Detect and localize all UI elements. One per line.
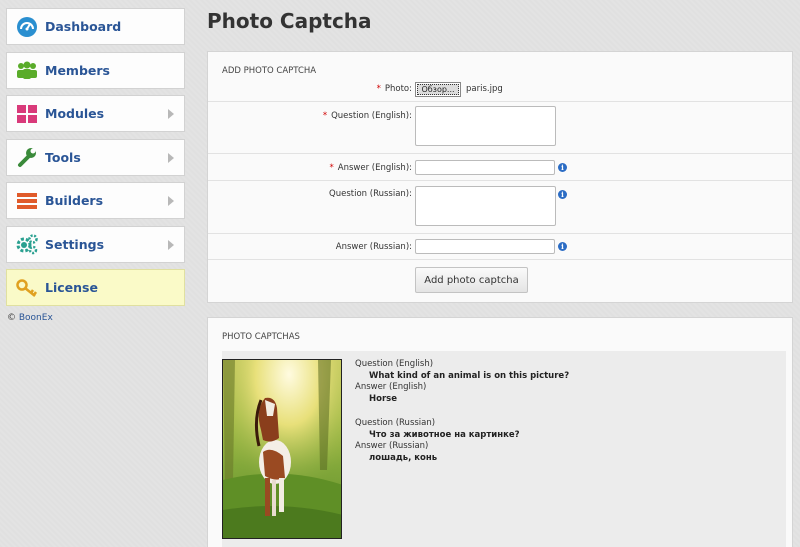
settings-icon: [16, 233, 38, 255]
file-browse-button[interactable]: Обзор...: [415, 82, 461, 97]
horse-photo-icon: [223, 360, 341, 538]
answer-en-value: Horse: [369, 394, 397, 404]
captcha-photo: [222, 359, 342, 539]
chevron-right-icon: [168, 109, 174, 119]
sidebar-item-label: Tools: [45, 149, 81, 165]
question-ru-label: Question (Russian): [355, 418, 436, 428]
required-mark: *: [322, 111, 328, 121]
required-mark: *: [329, 163, 334, 173]
photo-row: * Photo: Обзор... paris.jpg: [208, 79, 792, 101]
page-title: Photo Captcha: [207, 9, 372, 33]
sidebar: Dashboard Members Modules Tools Builders…: [6, 8, 185, 313]
photo-label: * Photo:: [377, 84, 412, 94]
members-icon: [16, 59, 38, 81]
sidebar-item-label: Modules: [45, 106, 105, 121]
question-ru-value: Что за животное на картинке?: [369, 430, 520, 440]
sidebar-item-modules[interactable]: Modules: [6, 95, 185, 132]
required-mark: *: [376, 84, 381, 94]
info-icon[interactable]: i: [558, 163, 567, 172]
builders-icon: [16, 190, 38, 212]
answer-ru-label: Answer (Russian): [355, 441, 429, 451]
sidebar-item-settings[interactable]: Settings: [6, 225, 185, 263]
sidebar-item-tools[interactable]: Tools: [6, 138, 185, 176]
chevron-right-icon: [168, 239, 174, 250]
question-ru-label: Question (Russian):: [329, 189, 412, 199]
sidebar-item-license[interactable]: License: [6, 269, 185, 306]
photo-label-text: Photo:: [384, 84, 412, 94]
info-icon[interactable]: i: [558, 242, 567, 251]
chevron-right-icon: [168, 196, 174, 206]
answer-en-row: * Answer (English): i: [208, 153, 792, 180]
info-icon[interactable]: i: [558, 190, 567, 199]
answer-en-input[interactable]: [415, 160, 555, 175]
sidebar-item-label: Dashboard: [45, 19, 122, 34]
copyright: © BoonEx: [7, 313, 53, 323]
answer-ru-row: Answer (Russian): i: [208, 233, 792, 259]
sidebar-item-members[interactable]: Members: [6, 51, 185, 89]
question-en-row: * Question (English):: [208, 101, 792, 153]
add-captcha-header: ADD PHOTO CAPTCHA: [222, 66, 317, 76]
answer-en-label-text: Answer (English):: [337, 163, 412, 173]
copyright-symbol: ©: [7, 313, 16, 323]
submit-row: Add photo captcha: [208, 259, 792, 299]
file-name: paris.jpg: [466, 84, 503, 94]
sidebar-item-label: License: [45, 280, 98, 295]
question-en-value: What kind of an animal is on this pictur…: [369, 371, 570, 381]
answer-ru-value: лошадь, конь: [369, 453, 438, 463]
modules-icon: [16, 103, 38, 125]
sidebar-item-label: Builders: [45, 193, 104, 208]
license-key-icon: [16, 277, 38, 299]
add-photo-captcha-button[interactable]: Add photo captcha: [415, 267, 528, 293]
captcha-list-item: Question (English) What kind of an anima…: [222, 351, 786, 547]
add-captcha-panel: ADD PHOTO CAPTCHA * Photo: Обзор... paris…: [207, 51, 793, 303]
question-en-label-text: Question (English):: [331, 111, 412, 121]
sidebar-item-builders[interactable]: Builders: [6, 182, 185, 219]
tools-icon: [16, 146, 38, 168]
answer-en-label: Answer (English): [355, 382, 427, 392]
answer-ru-input[interactable]: [415, 239, 555, 254]
chevron-right-icon: [168, 152, 174, 163]
question-en-label: Question (English): [355, 359, 434, 369]
boonex-link[interactable]: BoonEx: [19, 313, 53, 323]
dashboard-icon: [16, 16, 38, 38]
answer-en-label: * Answer (English):: [330, 163, 412, 173]
photo-captchas-header: PHOTO CAPTCHAS: [222, 332, 300, 342]
question-ru-row: Question (Russian): i: [208, 180, 792, 233]
question-en-label: * Question (English):: [323, 111, 412, 121]
sidebar-item-label: Settings: [45, 236, 105, 252]
answer-ru-label: Answer (Russian):: [335, 242, 412, 252]
sidebar-item-dashboard[interactable]: Dashboard: [6, 8, 185, 45]
photo-captchas-panel: PHOTO CAPTCHAS Question (English) What k…: [207, 317, 793, 547]
question-en-textarea[interactable]: [415, 106, 556, 146]
sidebar-item-label: Members: [45, 62, 110, 78]
question-ru-textarea[interactable]: [415, 186, 556, 226]
